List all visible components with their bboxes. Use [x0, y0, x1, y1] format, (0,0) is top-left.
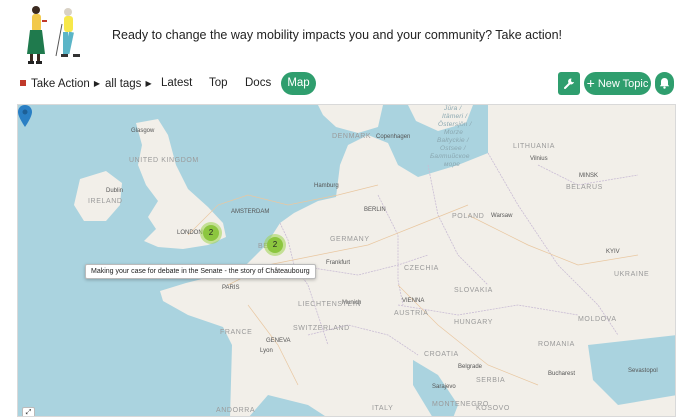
tab-map[interactable]: Map — [281, 72, 316, 95]
sea-label: море — [444, 161, 461, 168]
city-label: VIENNA — [402, 298, 425, 304]
city-label: Warsaw — [491, 213, 513, 219]
topic-cluster-marker[interactable]: 2 — [264, 234, 286, 256]
city-label: Glasgow — [131, 128, 155, 134]
caret-right-icon: ▶ — [145, 79, 152, 88]
city-label: Dublin — [106, 188, 124, 194]
cluster-count: 2 — [203, 225, 219, 241]
country-label: FRANCE — [220, 329, 253, 336]
country-label: CZECHIA — [404, 265, 439, 272]
sea-label: Östersjön / — [438, 121, 472, 128]
city-label: Bucharest — [548, 371, 576, 377]
map-pin-icon[interactable] — [18, 105, 32, 127]
city-label: MINSK — [579, 173, 599, 179]
topic-cluster-marker[interactable]: 2 — [200, 222, 222, 244]
country-label: LITHUANIA — [513, 143, 555, 150]
city-label: AMSTERDAM — [231, 209, 270, 215]
country-label: MOLDOVA — [578, 316, 617, 323]
banner-message: Ready to change the way mobility impacts… — [112, 28, 562, 42]
sea-label: Jūra / — [444, 105, 462, 112]
city-label: KYIV — [606, 249, 620, 255]
country-label: SLOVAKIA — [454, 287, 493, 294]
tags-dropdown[interactable]: all tags ▶ — [105, 78, 152, 90]
country-label: IRELAND — [88, 198, 123, 205]
country-label: KOSOVO — [476, 405, 510, 412]
city-label: Vilnius — [530, 156, 548, 162]
city-label: Frankfurt — [326, 260, 351, 266]
country-label: DENMARK — [332, 133, 372, 140]
country-label: ROMANIA — [538, 341, 575, 348]
country-label: ITALY — [372, 405, 394, 412]
category-dropdown[interactable]: Take Action ▶ — [20, 78, 100, 90]
city-label: LONDON — [177, 230, 203, 236]
city-label: Sarajevo — [432, 384, 456, 390]
sea-label: Morze — [444, 129, 464, 136]
topic-tooltip: Making your case for debate in the Senat… — [85, 264, 316, 279]
city-label: Lyon — [260, 348, 273, 354]
plus-icon: + — [586, 75, 595, 91]
city-label: PARIS — [222, 285, 240, 291]
country-label: ANDORRA — [216, 407, 256, 414]
tab-top[interactable]: Top — [209, 77, 228, 89]
tags-label: all tags — [105, 78, 142, 90]
caret-right-icon: ▶ — [93, 79, 100, 88]
cluster-count: 2 — [267, 237, 283, 253]
city-label: Sevastopol — [628, 368, 658, 374]
tab-docs[interactable]: Docs — [245, 77, 271, 89]
tab-latest[interactable]: Latest — [161, 77, 192, 89]
bell-icon — [659, 78, 670, 89]
topics-map[interactable]: Glasgow UNITED KINGDOM Dublin IRELAND LO… — [17, 104, 676, 417]
city-label: Belgrade — [458, 364, 483, 370]
country-label: LIECHTENSTEIN — [298, 301, 362, 308]
city-label: BERLIN — [364, 207, 386, 213]
sea-label: Балтийское — [430, 153, 470, 160]
country-label: BELARUS — [566, 184, 603, 191]
sea-label: Bałtyckie / — [437, 137, 469, 144]
country-label: AUSTRIA — [394, 310, 429, 317]
notifications-button[interactable] — [655, 72, 674, 95]
country-label: UKRAINE — [614, 271, 650, 278]
fullscreen-icon[interactable]: ⤢ — [22, 407, 35, 416]
country-label: UNITED KINGDOM — [129, 157, 199, 164]
city-label: GENEVA — [266, 338, 291, 344]
welcome-banner: Ready to change the way mobility impacts… — [0, 0, 690, 70]
sea-label: Ostsee / — [440, 145, 466, 152]
city-label: Hamburg — [314, 183, 339, 189]
country-label: GERMANY — [330, 236, 370, 243]
category-label: Take Action — [31, 78, 90, 90]
country-label: SERBIA — [476, 377, 506, 384]
new-topic-button[interactable]: + New Topic — [584, 72, 651, 95]
category-color-swatch — [20, 80, 26, 86]
wrench-icon — [564, 78, 574, 89]
country-label: HUNGARY — [454, 319, 494, 326]
country-label: CROATIA — [424, 351, 459, 358]
country-label: SWITZERLAND — [293, 325, 350, 332]
sea-label: Itämeri / — [442, 113, 468, 120]
admin-wrench-button[interactable] — [558, 72, 580, 95]
new-topic-label: New Topic — [597, 78, 649, 90]
people-walking-illustration — [27, 6, 80, 64]
country-label: POLAND — [452, 213, 485, 220]
city-label: Copenhagen — [376, 134, 411, 140]
